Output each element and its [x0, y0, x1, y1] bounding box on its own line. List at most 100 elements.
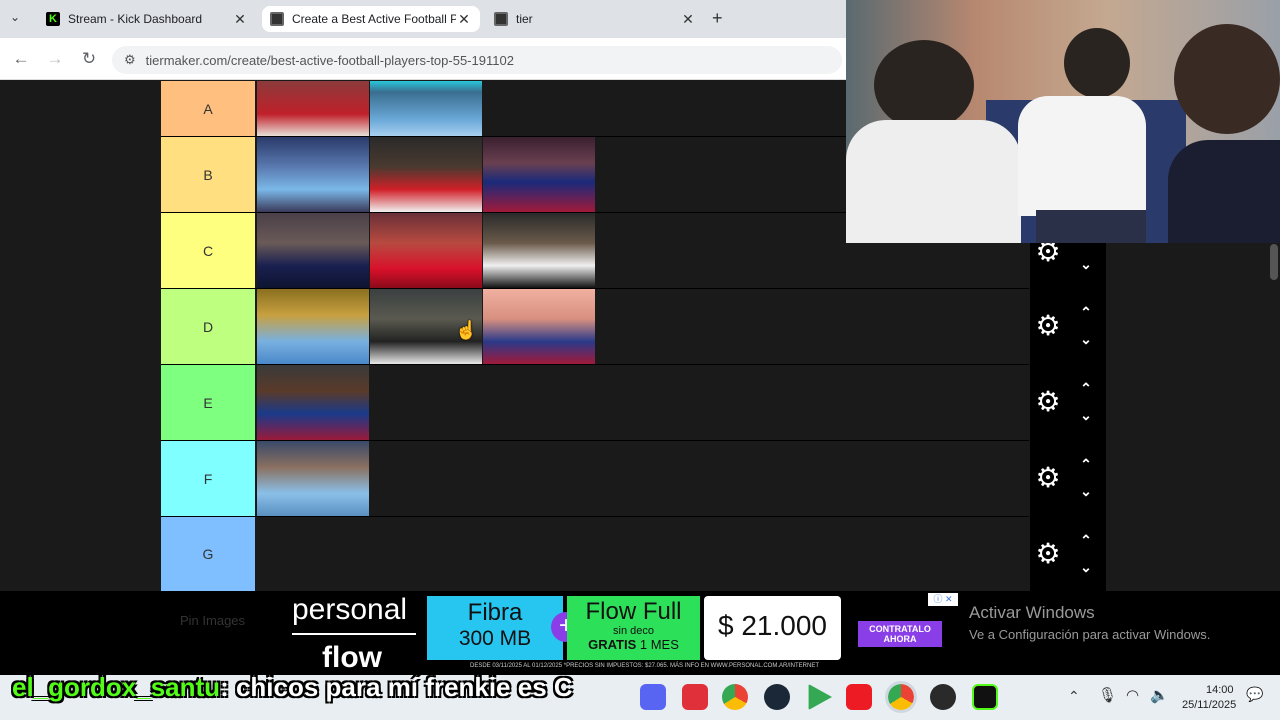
- tier-letter: E: [203, 394, 213, 411]
- microphone-icon[interactable]: 🎙: [1098, 686, 1117, 704]
- close-icon[interactable]: ✕: [232, 11, 248, 28]
- ad-brand-divider: [292, 633, 416, 635]
- new-tab-button[interactable]: +: [712, 8, 723, 29]
- app-red-icon[interactable]: [682, 684, 708, 710]
- ad-fibra-box: Fibra 300 MB: [427, 596, 563, 660]
- tier-label-e[interactable]: E: [161, 365, 255, 440]
- ad-info-icon[interactable]: ⓘ ✕: [928, 593, 958, 606]
- kick-taskbar-icon[interactable]: [972, 684, 998, 710]
- volume-icon[interactable]: 🔈: [1150, 686, 1169, 704]
- ad-cta-button[interactable]: CONTRATALO AHORA: [858, 621, 942, 647]
- tier-letter: G: [202, 546, 214, 562]
- player-card[interactable]: [257, 289, 369, 364]
- chevron-up-icon[interactable]: ⌃: [1076, 533, 1096, 547]
- ad-fibra-title: Fibra: [467, 599, 523, 626]
- scrollbar-thumb[interactable]: [1270, 244, 1278, 280]
- chrome-active-icon[interactable]: [885, 681, 917, 713]
- chevron-up-icon[interactable]: ⌃: [1068, 688, 1080, 705]
- notification-icon[interactable]: 💬: [1246, 686, 1263, 703]
- row-divider: [161, 516, 1029, 517]
- gear-icon[interactable]: ⚙: [1032, 464, 1064, 492]
- gear-icon[interactable]: ⚙: [1032, 388, 1064, 416]
- reload-icon[interactable]: ↻: [78, 48, 100, 70]
- tier-label-c[interactable]: C: [161, 213, 255, 288]
- tab-title: Create a Best Active Football Pl: [292, 12, 456, 26]
- url-bar[interactable]: ⚙ tiermaker.com/create/best-active-footb…: [112, 46, 842, 74]
- ad-flow-gratis: GRATIS: [588, 637, 637, 652]
- clock-time[interactable]: 14:00: [1206, 684, 1234, 696]
- chevron-up-icon[interactable]: ⌃: [1076, 457, 1096, 471]
- chat-username: el_gordox_santu: [12, 672, 221, 702]
- player-card[interactable]: [370, 213, 482, 288]
- close-icon[interactable]: ✕: [456, 11, 472, 28]
- kick-icon: K: [46, 12, 60, 26]
- player-card[interactable]: [483, 289, 595, 364]
- amd-icon[interactable]: [846, 684, 872, 710]
- chevron-up-icon[interactable]: ⌃: [1076, 381, 1096, 395]
- tier-label-a[interactable]: A: [161, 81, 255, 136]
- player-card[interactable]: [370, 81, 482, 136]
- wifi-icon[interactable]: ◠: [1126, 686, 1139, 704]
- windows-activation-subtitle: Ve a Configuración para activar Windows.: [969, 627, 1211, 642]
- player-card[interactable]: [257, 81, 369, 136]
- ad-flow-title: Flow Full: [585, 598, 682, 625]
- tier-label-g[interactable]: G: [161, 517, 255, 591]
- chevron-down-icon[interactable]: ⌄: [1076, 408, 1096, 422]
- mouse-cursor-icon: ☝: [455, 320, 478, 340]
- player-card[interactable]: [370, 137, 482, 212]
- close-icon[interactable]: ✕: [680, 11, 696, 28]
- chat-text: chicos para mí frenkie es C: [228, 672, 573, 702]
- discord-icon[interactable]: [640, 684, 666, 710]
- player-card[interactable]: [257, 137, 369, 212]
- ad-brand-flow: flow: [322, 641, 382, 674]
- player-card[interactable]: [257, 365, 369, 440]
- tab-tier[interactable]: tier ✕: [486, 6, 704, 32]
- back-arrow-icon[interactable]: ←: [10, 48, 32, 70]
- tier-letter: D: [202, 318, 214, 335]
- obs-icon[interactable]: [930, 684, 956, 710]
- player-card[interactable]: [483, 137, 595, 212]
- ad-flow-sub: sin deco: [613, 625, 654, 637]
- tab-title: Stream - Kick Dashboard: [68, 12, 203, 26]
- tier-letter: C: [202, 242, 214, 259]
- clock-date[interactable]: 25/11/2025: [1182, 699, 1236, 711]
- chevron-down-icon[interactable]: ⌄: [1076, 560, 1096, 574]
- ad-flow-box: Flow Full sin deco GRATIS 1 MES: [567, 596, 700, 660]
- webcam-overlay: [846, 0, 1280, 243]
- browser-tab-bar: ⌄ K Stream - Kick Dashboard ✕ Create a B…: [0, 0, 846, 38]
- windows-activation-title: Activar Windows: [969, 603, 1095, 622]
- player-card[interactable]: [483, 213, 595, 288]
- ad-brand-personal: personal: [292, 593, 408, 626]
- chevron-up-icon[interactable]: ⌃: [1076, 305, 1096, 319]
- chevron-down-icon[interactable]: ⌄: [1076, 484, 1096, 498]
- tiermaker-icon: [494, 12, 508, 26]
- player-card[interactable]: [257, 213, 369, 288]
- scrollbar[interactable]: [1268, 243, 1280, 591]
- player-card[interactable]: [257, 441, 369, 516]
- tier-label-b[interactable]: B: [161, 137, 255, 212]
- tab-kick-dashboard[interactable]: K Stream - Kick Dashboard ✕: [38, 6, 256, 32]
- tab-tiermaker-create[interactable]: Create a Best Active Football Pl ✕: [262, 6, 480, 32]
- tier-letter: A: [203, 100, 213, 117]
- ad-fibra-speed: 300 MB: [458, 627, 532, 650]
- chevron-down-icon[interactable]: ⌄: [1076, 332, 1096, 346]
- stream-chat-message: el_gordox_santu: chicos para mí frenkie …: [12, 672, 573, 703]
- tier-label-d[interactable]: D: [161, 289, 255, 364]
- ad-cta-line2: AHORA: [883, 634, 917, 644]
- tier-letter: B: [203, 166, 213, 183]
- forward-arrow-icon[interactable]: →: [44, 48, 66, 70]
- ad-banner[interactable]: Pin Images personal flow Fibra 300 MB + …: [0, 591, 1280, 675]
- gear-icon[interactable]: ⚙: [1032, 540, 1064, 568]
- gear-icon[interactable]: ⚙: [1032, 312, 1064, 340]
- chevron-down-icon[interactable]: ⌄: [1076, 257, 1096, 271]
- tier-label-f[interactable]: F: [161, 441, 255, 516]
- ad-pin-images-text: Pin Images: [180, 613, 246, 628]
- tab-search-icon[interactable]: ⌄: [10, 10, 20, 24]
- chrome-icon[interactable]: [722, 684, 748, 710]
- site-info-icon[interactable]: ⚙: [124, 52, 136, 68]
- ad-price-box: $ 21.000: [704, 596, 841, 660]
- chat-separator: :: [220, 672, 229, 702]
- ad-flow-mes: 1 MES: [639, 637, 679, 652]
- tab-title: tier: [516, 12, 533, 26]
- steam-icon[interactable]: [764, 684, 790, 710]
